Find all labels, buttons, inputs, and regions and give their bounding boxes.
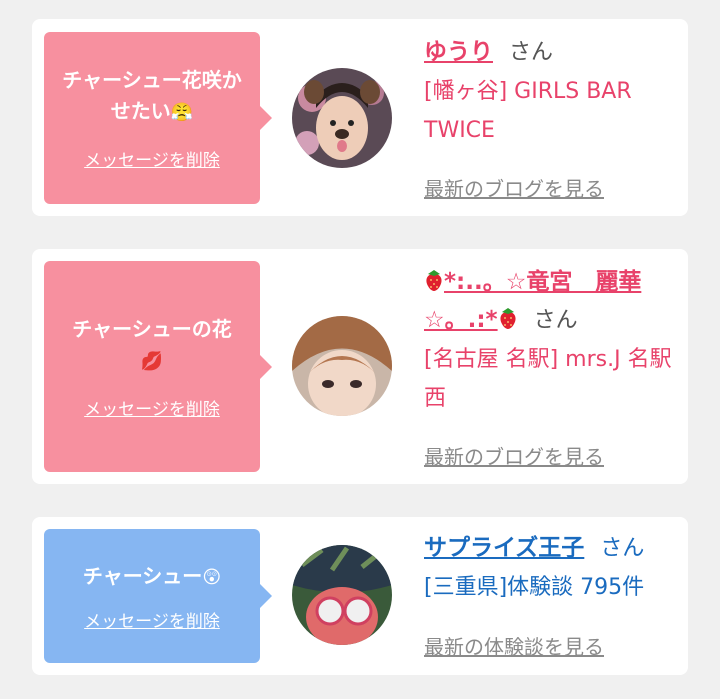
message-body: チャーシュー: [82, 563, 203, 588]
strawberry-icon: [426, 270, 442, 291]
latest-blog-link[interactable]: 最新のブログを見る: [424, 173, 604, 202]
profile-name-link[interactable]: ゆうり: [424, 39, 493, 65]
honorific: さん: [533, 308, 578, 333]
message-card: チャーシュー花咲かせたい😤 メッセージを削除 ゆうり さん [幡ヶ谷] GIRLS…: [32, 19, 688, 216]
message-emoji: 💋: [140, 350, 164, 372]
shop-info: [三重県]体験談 795件: [424, 575, 645, 600]
latest-review-link[interactable]: 最新の体験談を見る: [424, 631, 604, 660]
avatar[interactable]: [292, 68, 392, 168]
delete-message-link[interactable]: メッセージを削除: [84, 395, 220, 420]
honorific: さん: [600, 536, 645, 561]
name-line: *:..。☆竜宮 麗華☆。.:* さん: [424, 263, 680, 340]
message-emoji: 😲: [202, 566, 222, 588]
avatar[interactable]: [292, 316, 392, 416]
message-bubble: チャーシューの花 💋 メッセージを削除: [44, 261, 272, 472]
delete-message-link[interactable]: メッセージを削除: [84, 146, 220, 171]
message-text: チャーシューの花 💋: [58, 314, 245, 377]
profile-name-link[interactable]: サプライズ王子: [424, 535, 584, 561]
strawberry-icon: [500, 308, 516, 329]
message-text: チャーシュー😲: [69, 561, 235, 593]
message-body: チャーシュー花咲かせたい: [62, 68, 242, 123]
name-line: ゆうり さん: [424, 33, 680, 72]
latest-blog-link[interactable]: 最新のブログを見る: [424, 441, 604, 470]
message-card: チャーシュー😲 メッセージを削除 サプライズ王子 さん [三重県]体験談 795件…: [32, 517, 688, 675]
profile-info: サプライズ王子 さん [三重県]体験談 795件: [424, 529, 680, 607]
honorific: さん: [509, 40, 554, 65]
shop-info: [名古屋 名駅] mrs.J 名駅西: [424, 347, 672, 411]
message-emoji: 😤: [170, 102, 194, 123]
shop-info: [幡ヶ谷] GIRLS BAR TWICE: [424, 79, 632, 143]
message-bubble: チャーシュー😲 メッセージを削除: [44, 529, 272, 663]
message-bubble: チャーシュー花咲かせたい😤 メッセージを削除: [44, 32, 272, 204]
name-line: サプライズ王子 さん: [424, 529, 680, 568]
message-text: チャーシュー花咲かせたい😤: [44, 65, 260, 128]
avatar[interactable]: [292, 545, 392, 645]
delete-message-link[interactable]: メッセージを削除: [84, 607, 220, 632]
profile-name-link[interactable]: *:..。☆竜宮 麗華☆。.:*: [424, 269, 641, 333]
message-body: チャーシューの花: [72, 316, 232, 341]
profile-name-text[interactable]: *:..。☆竜宮 麗華☆。.:*: [424, 269, 641, 333]
profile-info: ゆうり さん [幡ヶ谷] GIRLS BAR TWICE: [424, 33, 680, 150]
profile-info: *:..。☆竜宮 麗華☆。.:* さん [名古屋 名駅] mrs.J 名駅西: [424, 263, 680, 418]
message-card: チャーシューの花 💋 メッセージを削除 *:..。☆竜宮 麗華☆。.:* さん [名…: [32, 249, 688, 484]
